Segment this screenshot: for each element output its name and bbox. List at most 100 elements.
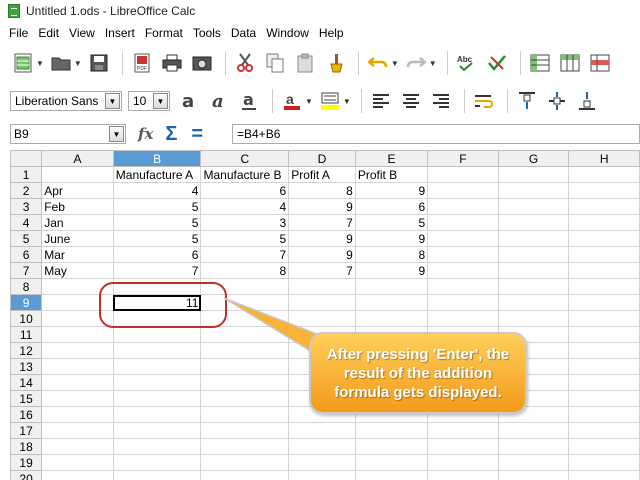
- cell-b3[interactable]: 5: [112, 198, 202, 215]
- wrap-text-button[interactable]: [471, 88, 497, 114]
- cell-d7[interactable]: 7: [288, 262, 356, 279]
- row-header-5[interactable]: 5: [10, 230, 43, 247]
- cell-a6[interactable]: Mar: [41, 246, 114, 263]
- menu-help[interactable]: Help: [314, 26, 349, 40]
- cell-h11[interactable]: [568, 326, 640, 343]
- row-header-4[interactable]: 4: [10, 214, 43, 231]
- cell-b2[interactable]: 4: [112, 182, 202, 199]
- undo-dropdown-icon[interactable]: ▼: [391, 59, 399, 68]
- row-header-17[interactable]: 17: [10, 422, 43, 439]
- row-header-15[interactable]: 15: [10, 390, 43, 407]
- redo-dropdown-icon[interactable]: ▼: [429, 59, 437, 68]
- cell-d4[interactable]: 7: [288, 214, 356, 231]
- cell-a15[interactable]: [41, 390, 114, 407]
- column-header-b[interactable]: B: [112, 150, 202, 167]
- select-all-corner[interactable]: [10, 150, 43, 167]
- row-header-12[interactable]: 12: [10, 342, 43, 359]
- export-pdf-button[interactable]: PDF: [129, 50, 155, 76]
- cell-d18[interactable]: [288, 438, 356, 455]
- row-header-1[interactable]: 1: [10, 166, 43, 183]
- cell-a18[interactable]: [41, 438, 114, 455]
- redo-button[interactable]: [403, 50, 429, 76]
- cell-c2[interactable]: 6: [200, 182, 290, 199]
- cell-d3[interactable]: 9: [288, 198, 356, 215]
- cell-h12[interactable]: [568, 342, 640, 359]
- cell-e10[interactable]: [354, 310, 429, 327]
- cell-f8[interactable]: [427, 278, 499, 295]
- cell-f5[interactable]: [427, 230, 499, 247]
- cell-c19[interactable]: [200, 454, 290, 471]
- row-header-13[interactable]: 13: [10, 358, 43, 375]
- print-preview-button[interactable]: [189, 50, 215, 76]
- cell-b13[interactable]: [112, 358, 202, 375]
- font-size-box[interactable]: 10 ▼: [128, 91, 170, 111]
- cell-g19[interactable]: [497, 454, 570, 471]
- cell-e4[interactable]: 5: [354, 214, 429, 231]
- bold-button[interactable]: a: [176, 88, 202, 114]
- cell-a19[interactable]: [41, 454, 114, 471]
- cell-c5[interactable]: 5: [200, 230, 290, 247]
- cell-a11[interactable]: [41, 326, 114, 343]
- cell-b6[interactable]: 6: [112, 246, 202, 263]
- cell-b17[interactable]: [112, 422, 202, 439]
- formula-input[interactable]: =B4+B6: [232, 124, 640, 144]
- cell-a13[interactable]: [41, 358, 114, 375]
- cell-e18[interactable]: [354, 438, 429, 455]
- cell-d20[interactable]: [288, 470, 356, 480]
- cell-f17[interactable]: [427, 422, 499, 439]
- cell-f19[interactable]: [427, 454, 499, 471]
- cell-b11[interactable]: [112, 326, 202, 343]
- cell-h4[interactable]: [568, 214, 640, 231]
- cell-b18[interactable]: [112, 438, 202, 455]
- cell-b20[interactable]: [112, 470, 202, 480]
- column-header-d[interactable]: D: [288, 150, 356, 167]
- new-document-button[interactable]: [10, 50, 36, 76]
- highlight-dropdown-icon[interactable]: ▼: [343, 97, 351, 106]
- cell-c6[interactable]: 7: [200, 246, 290, 263]
- cell-a3[interactable]: Feb: [41, 198, 114, 215]
- cell-b16[interactable]: [112, 406, 202, 423]
- cell-h3[interactable]: [568, 198, 640, 215]
- cell-c17[interactable]: [200, 422, 290, 439]
- menu-view[interactable]: View: [64, 26, 100, 40]
- menu-format[interactable]: Format: [140, 26, 188, 40]
- cell-f6[interactable]: [427, 246, 499, 263]
- menu-window[interactable]: Window: [261, 26, 314, 40]
- cell-c14[interactable]: [200, 374, 290, 391]
- undo-button[interactable]: [365, 50, 391, 76]
- copy-button[interactable]: [262, 50, 288, 76]
- cell-f1[interactable]: [427, 166, 499, 183]
- cell-f4[interactable]: [427, 214, 499, 231]
- align-bottom-button[interactable]: [574, 88, 600, 114]
- cell-e1[interactable]: Profit B: [354, 166, 429, 183]
- column-header-h[interactable]: H: [568, 150, 640, 167]
- cell-d19[interactable]: [288, 454, 356, 471]
- cell-g17[interactable]: [497, 422, 570, 439]
- cell-h1[interactable]: [568, 166, 640, 183]
- cell-a12[interactable]: [41, 342, 114, 359]
- cell-c1[interactable]: Manufacture B: [200, 166, 290, 183]
- row-header-11[interactable]: 11: [10, 326, 43, 343]
- cell-a17[interactable]: [41, 422, 114, 439]
- row-header-16[interactable]: 16: [10, 406, 43, 423]
- font-color-button[interactable]: a: [279, 88, 305, 114]
- row-button[interactable]: [527, 50, 553, 76]
- cell-g18[interactable]: [497, 438, 570, 455]
- cell-h7[interactable]: [568, 262, 640, 279]
- cell-c3[interactable]: 4: [200, 198, 290, 215]
- cell-d5[interactable]: 9: [288, 230, 356, 247]
- cell-g6[interactable]: [497, 246, 570, 263]
- menu-edit[interactable]: Edit: [33, 26, 64, 40]
- cell-c20[interactable]: [200, 470, 290, 480]
- cell-h10[interactable]: [568, 310, 640, 327]
- cell-e5[interactable]: 9: [354, 230, 429, 247]
- cell-e20[interactable]: [354, 470, 429, 480]
- cell-e3[interactable]: 6: [354, 198, 429, 215]
- cell-h5[interactable]: [568, 230, 640, 247]
- print-button[interactable]: [159, 50, 185, 76]
- cell-e19[interactable]: [354, 454, 429, 471]
- cell-e9[interactable]: [354, 294, 429, 311]
- cell-g5[interactable]: [497, 230, 570, 247]
- cell-h19[interactable]: [568, 454, 640, 471]
- row-header-8[interactable]: 8: [10, 278, 43, 295]
